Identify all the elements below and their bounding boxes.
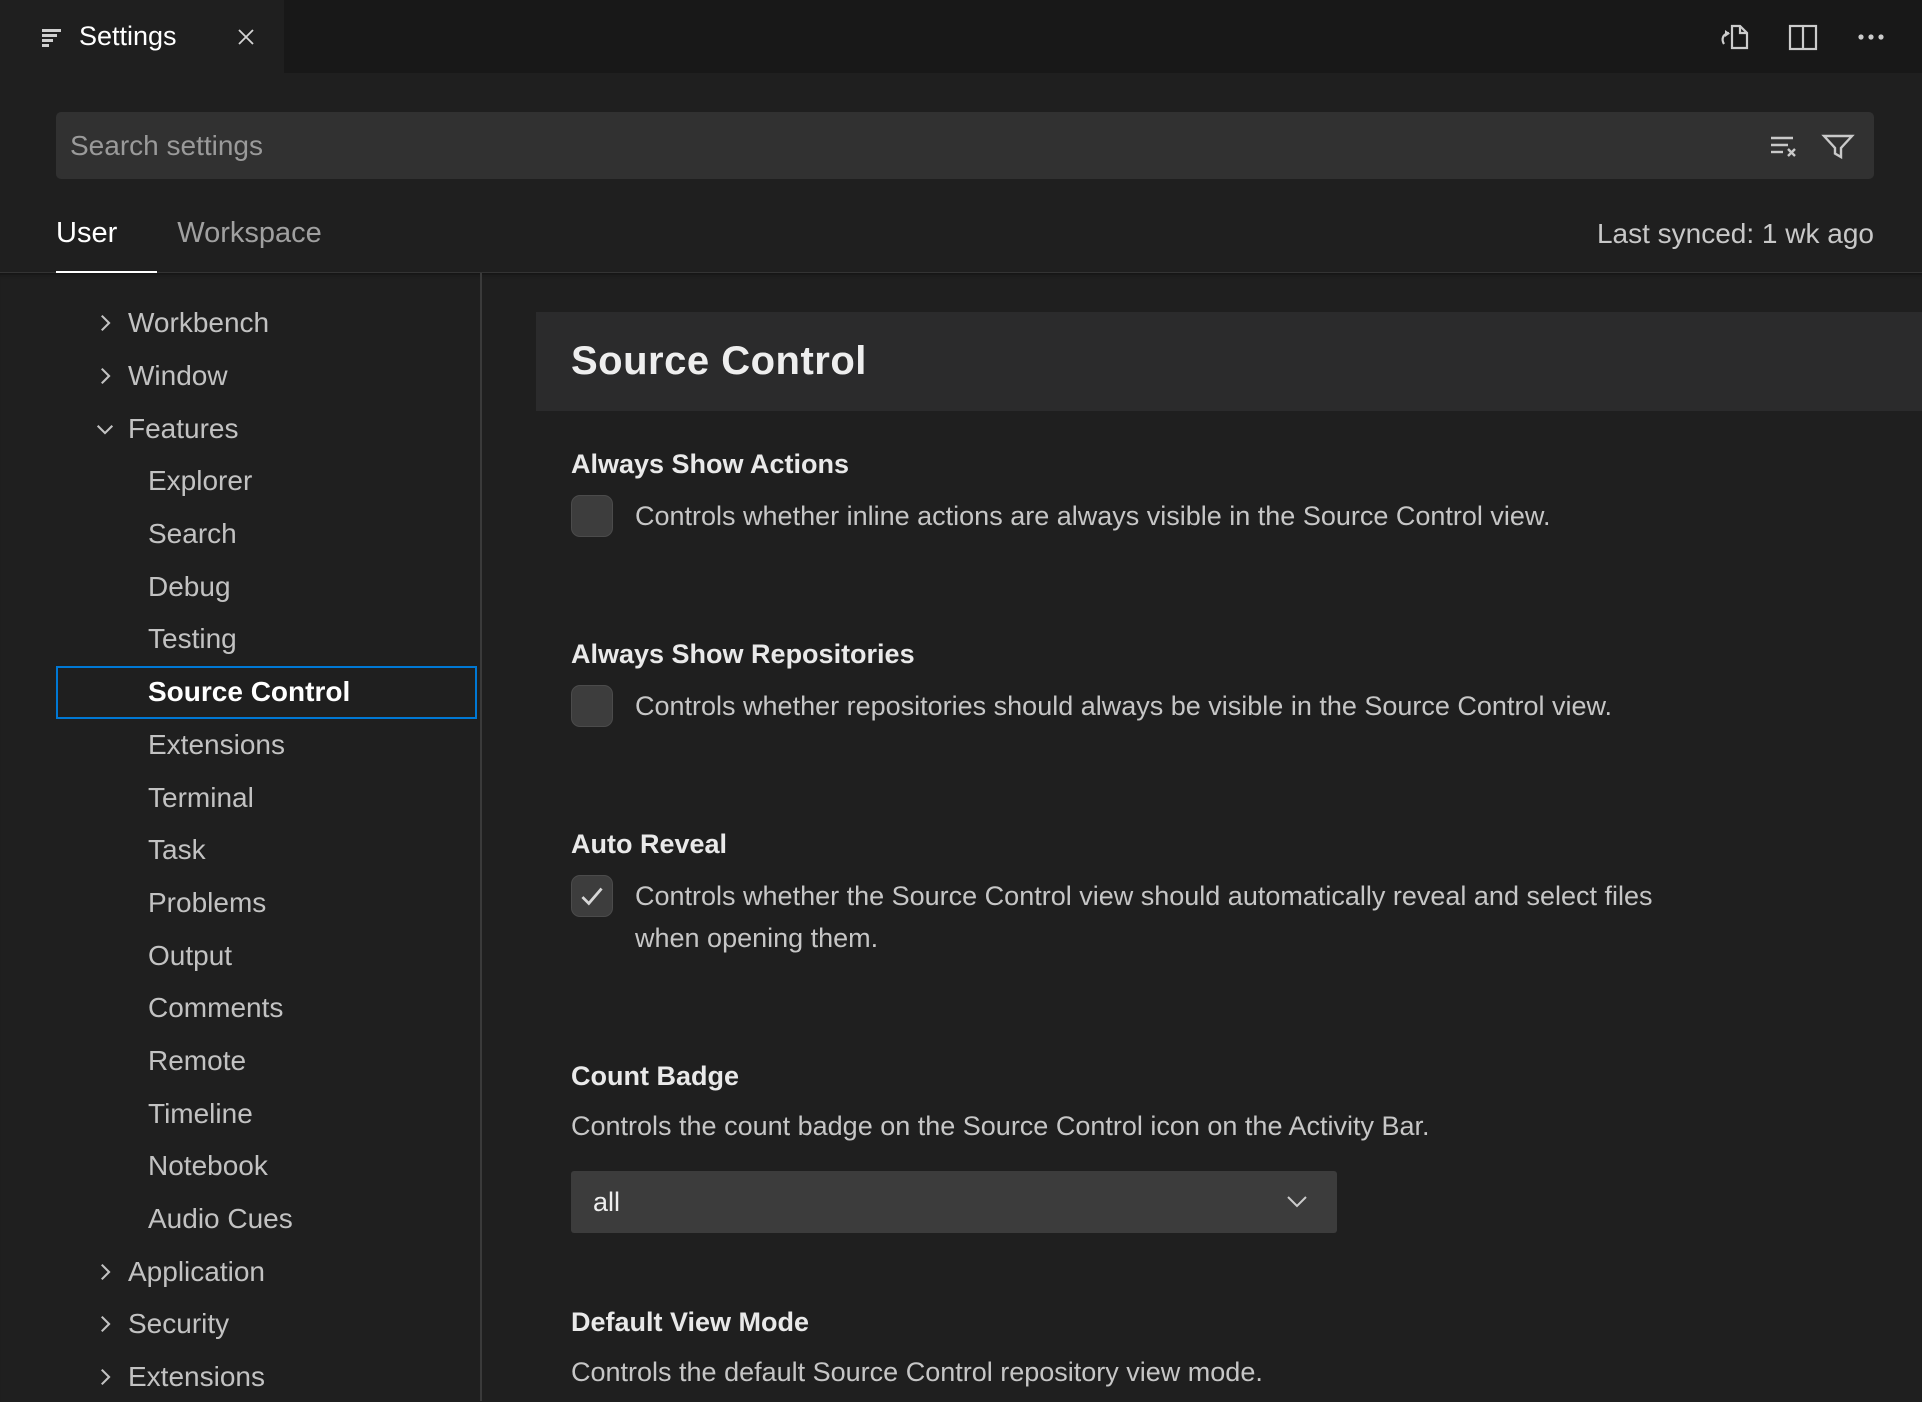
toc-item-extensions-root[interactable]: Extensions — [0, 1351, 480, 1401]
page-title: Source Control — [571, 339, 867, 383]
toc-label: Audio Cues — [148, 1203, 293, 1235]
filter-icon[interactable] — [1820, 128, 1856, 164]
chevron-right-icon — [92, 363, 118, 389]
settings-editor-window: Settings Search settings User Workspace … — [0, 0, 1922, 1401]
setting-count-badge: Count Badge Controls the count badge on … — [571, 1059, 1922, 1233]
toc-item-security[interactable]: Security — [0, 1298, 480, 1351]
setting-description: Controls whether repositories should alw… — [635, 691, 1612, 721]
setting-label: Count Badge — [571, 1061, 739, 1091]
tab-label: Settings — [79, 21, 177, 51]
setting-label: Always Show Repositories — [571, 639, 915, 669]
checkmark-icon — [575, 879, 609, 913]
clear-search-results-icon[interactable] — [1766, 129, 1800, 163]
chevron-right-icon — [92, 1364, 118, 1390]
setting-description: Controls the default Source Control repo… — [571, 1357, 1263, 1387]
toc-item-task[interactable]: Task — [0, 824, 480, 877]
toc-item-timeline[interactable]: Timeline — [0, 1087, 480, 1140]
scope-tab-workspace[interactable]: Workspace — [177, 195, 322, 272]
toc-label: Problems — [148, 886, 267, 918]
toc-item-terminal[interactable]: Terminal — [0, 771, 480, 824]
toc-label: Notebook — [148, 1150, 268, 1182]
scope-tab-user[interactable]: User — [56, 195, 158, 273]
settings-scope-bar: User Workspace Last synced: 1 wk ago — [0, 179, 1922, 273]
toc-item-audio-cues[interactable]: Audio Cues — [0, 1193, 480, 1246]
open-settings-json-icon[interactable] — [1716, 18, 1754, 56]
settings-body: Workbench Window Features Explorer Searc… — [0, 273, 1922, 1401]
setting-description: Controls whether inline actions are alwa… — [635, 501, 1551, 531]
always-show-actions-checkbox[interactable] — [571, 495, 613, 537]
setting-label: Always Show Actions — [571, 449, 850, 479]
toc-item-features[interactable]: Features — [0, 402, 480, 455]
setting-default-view-mode: Default View Mode Controls the default S… — [571, 1305, 1922, 1389]
toc-label: Output — [148, 939, 233, 971]
setting-label: Default View Mode — [571, 1307, 810, 1337]
chevron-right-icon — [92, 1259, 118, 1285]
toc-item-explorer[interactable]: Explorer — [0, 455, 480, 508]
toc-label: Remote — [148, 1044, 247, 1076]
toc-item-workbench[interactable]: Workbench — [0, 297, 480, 350]
editor-tab-bar: Settings — [0, 0, 1922, 73]
toc-label: Explorer — [148, 465, 253, 497]
section-title-band: Source Control — [536, 312, 1922, 411]
toc-label: Application — [128, 1255, 265, 1287]
toc-item-comments[interactable]: Comments — [0, 982, 480, 1035]
search-actions — [1766, 128, 1874, 164]
toc-label: Extensions — [148, 728, 285, 760]
toc-item-search[interactable]: Search — [0, 508, 480, 561]
toc-label: Source Control — [148, 676, 351, 708]
toc-item-remote[interactable]: Remote — [0, 1035, 480, 1088]
always-show-repositories-checkbox[interactable] — [571, 685, 613, 727]
toc-label: Security — [128, 1308, 230, 1340]
auto-reveal-checkbox[interactable] — [571, 875, 613, 917]
search-area — [0, 73, 1922, 179]
toc-label: Debug — [148, 570, 231, 602]
setting-description: Controls the count badge on the Source C… — [571, 1111, 1430, 1141]
toc-item-debug[interactable]: Debug — [0, 560, 480, 613]
settings-content: Source Control Always Show Actions Contr… — [482, 273, 1922, 1401]
toc-item-output[interactable]: Output — [0, 929, 480, 982]
toc-label: Features — [128, 412, 239, 444]
setting-auto-reveal: Auto Reveal Controls whether the Source … — [571, 827, 1922, 959]
toc-label: Comments — [148, 992, 284, 1024]
toc-item-window[interactable]: Window — [0, 350, 480, 403]
setting-label: Auto Reveal — [571, 829, 728, 859]
setting-always-show-actions: Always Show Actions Controls whether inl… — [571, 447, 1922, 537]
toc-label: Testing — [148, 623, 237, 655]
chevron-right-icon — [92, 1311, 118, 1337]
chevron-down-icon — [92, 416, 118, 442]
toc-label: Extensions — [128, 1361, 265, 1393]
toc-item-extensions[interactable]: Extensions — [0, 719, 480, 772]
settings-editor-icon — [38, 24, 64, 50]
more-actions-icon[interactable] — [1852, 18, 1890, 56]
toc-label: Search — [148, 518, 237, 550]
toc-label: Window — [128, 360, 228, 392]
toc-item-notebook[interactable]: Notebook — [0, 1140, 480, 1193]
last-synced-label: Last synced: 1 wk ago — [1596, 217, 1874, 249]
setting-description: Controls whether the Source Control view… — [635, 881, 1653, 953]
settings-toc: Workbench Window Features Explorer Searc… — [0, 273, 482, 1401]
toc-label: Timeline — [148, 1097, 253, 1129]
search-settings-box — [56, 112, 1874, 179]
toc-item-source-control[interactable]: Source Control — [56, 665, 477, 719]
search-settings-input[interactable] — [56, 112, 1766, 179]
toc-item-application[interactable]: Application — [0, 1245, 480, 1298]
editor-actions — [1716, 0, 1922, 73]
toc-label: Terminal — [148, 781, 254, 813]
toc-label: Task — [148, 834, 206, 866]
split-editor-icon[interactable] — [1784, 18, 1822, 56]
tab-settings[interactable]: Settings — [0, 0, 284, 73]
toc-item-testing[interactable]: Testing — [0, 613, 480, 666]
close-tab-icon[interactable] — [228, 19, 264, 55]
setting-always-show-repositories: Always Show Repositories Controls whethe… — [571, 637, 1922, 727]
select-value: all — [593, 1186, 621, 1217]
chevron-right-icon — [92, 310, 118, 336]
toc-label: Workbench — [128, 307, 270, 339]
chevron-down-icon — [1283, 1190, 1311, 1214]
toc-item-problems[interactable]: Problems — [0, 877, 480, 930]
count-badge-select[interactable]: all — [571, 1171, 1337, 1233]
